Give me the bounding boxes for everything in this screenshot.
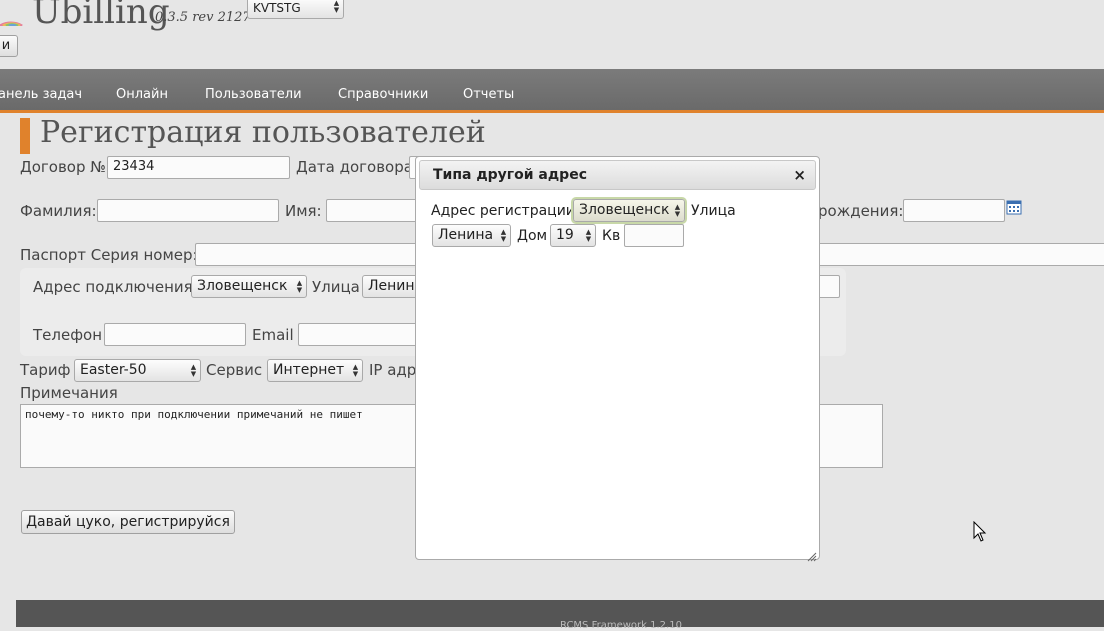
contract-date-label: Дата договора	[296, 158, 413, 176]
reg-house-select[interactable]: 19 ▲ ▼	[550, 224, 596, 247]
birth-label: рождения:	[818, 202, 904, 220]
phone-label: Телефон	[33, 326, 103, 344]
reg-city-select[interactable]: Зловещенск ▲ ▼	[573, 199, 685, 222]
email-label: Email	[252, 326, 294, 344]
reg-house-value: 19	[556, 227, 574, 243]
register-button[interactable]: Давай цуко, регистрируйся	[21, 510, 235, 534]
mouse-cursor-icon	[973, 520, 987, 547]
phone-input[interactable]	[104, 323, 246, 346]
connection-street-select[interactable]: Ленин	[362, 275, 422, 298]
alt-address-dialog: Типа другой адрес × Адрес регистрации: З…	[415, 156, 820, 562]
email-input[interactable]	[298, 323, 418, 346]
connection-city-select[interactable]: Зловещенск ▲ ▼	[191, 275, 307, 298]
tariff-select[interactable]: Easter-50 ▲ ▼	[74, 359, 201, 382]
name-input[interactable]	[326, 199, 426, 222]
main-nav: анель задач Онлайн Пользователи Справочн…	[0, 69, 1104, 110]
select-arrows-icon: ▲ ▼	[333, 0, 340, 14]
select-arrows-icon: ▲ ▼	[190, 363, 197, 378]
select-arrows-icon: ▲ ▼	[585, 228, 592, 243]
tariff-value: Easter-50	[80, 362, 147, 378]
passport-label: Паспорт Серия номер:	[20, 246, 198, 264]
nav-item-taskbar[interactable]: анель задач	[0, 87, 82, 102]
locale-select-value: KVTSTG	[253, 1, 301, 15]
nav-item-online[interactable]: Онлайн	[116, 87, 168, 102]
reg-city-value: Зловещенск	[579, 202, 670, 218]
logo-rainbow-icon	[0, 0, 24, 26]
notes-label: Примечания	[20, 384, 118, 402]
reg-apt-input[interactable]	[624, 224, 684, 247]
reg-house-label: Дом	[517, 228, 548, 244]
service-label: Сервис	[206, 361, 263, 379]
connection-address-label: Адрес подключения:	[33, 278, 198, 296]
connection-extra-input[interactable]	[818, 275, 840, 298]
surname-input[interactable]	[97, 199, 279, 222]
connection-city-value: Зловещенск	[197, 278, 288, 294]
ip-label: IP адр	[369, 361, 417, 379]
service-value: Интернет	[273, 362, 345, 378]
service-select[interactable]: Интернет ▲ ▼	[267, 359, 363, 382]
page-title: Регистрация пользователей	[40, 115, 486, 150]
reg-street-select[interactable]: Ленина ▲ ▼	[432, 224, 511, 247]
surname-label: Фамилия:	[20, 202, 97, 220]
logo-text: Ubilling	[32, 0, 170, 32]
version-text: 0.3.5 rev 2127	[155, 10, 251, 25]
reg-apt-label: Кв	[602, 228, 621, 244]
title-accent	[20, 118, 30, 154]
header-left-button[interactable]: и	[0, 35, 18, 57]
nav-item-directories[interactable]: Справочники	[338, 87, 428, 102]
footer-text: RCMS Framework 1.2.10	[560, 620, 682, 631]
nav-item-users[interactable]: Пользователи	[205, 87, 302, 102]
reg-street-value: Ленина	[438, 227, 494, 243]
connection-street-value: Ленин	[368, 278, 415, 294]
dialog-titlebar[interactable]: Типа другой адрес ×	[419, 160, 816, 190]
nav-accent-line	[0, 110, 1104, 113]
nav-item-reports[interactable]: Отчеты	[463, 87, 514, 102]
dialog-title: Типа другой адрес	[433, 167, 587, 183]
connection-street-label: Улица	[312, 278, 360, 296]
close-icon[interactable]: ×	[793, 166, 806, 184]
select-arrows-icon: ▲ ▼	[674, 203, 681, 218]
contract-number-input[interactable]: 23434	[107, 156, 290, 179]
name-label: Имя:	[285, 202, 322, 220]
birth-date-input[interactable]	[903, 199, 1005, 222]
reg-address-label: Адрес регистрации:	[431, 203, 580, 219]
calendar-icon[interactable]	[1006, 199, 1022, 215]
reg-street-label: Улица	[691, 203, 736, 219]
contract-label: Договор №	[20, 158, 106, 176]
select-arrows-icon: ▲ ▼	[352, 363, 359, 378]
tariff-label: Тариф	[20, 361, 71, 379]
select-arrows-icon: ▲ ▼	[500, 228, 507, 243]
resize-grip-icon[interactable]	[807, 547, 817, 562]
footer: RCMS Framework 1.2.10	[16, 600, 1104, 631]
locale-select[interactable]: KVTSTG ▲ ▼	[247, 0, 344, 19]
select-arrows-icon: ▲ ▼	[296, 279, 303, 294]
